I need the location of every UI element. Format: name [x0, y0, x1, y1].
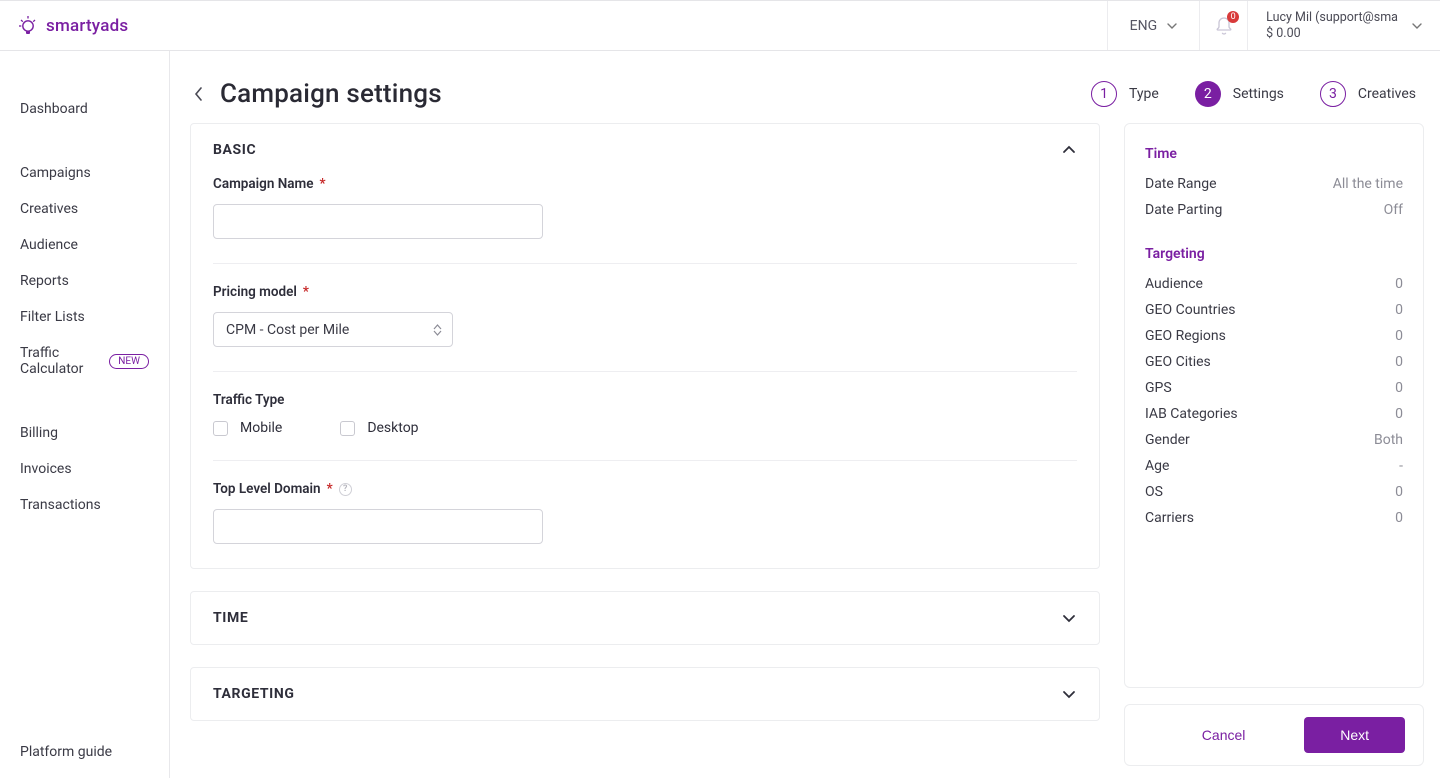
sidebar-item-creatives[interactable]: Creatives [0, 191, 169, 227]
label-campaign-name: Campaign Name * [213, 176, 1077, 192]
summary-row: OS0 [1145, 484, 1403, 500]
card-targeting: TARGETING [190, 667, 1100, 721]
sidebar-item-transactions[interactable]: Transactions [0, 487, 169, 523]
step-type[interactable]: 1 Type [1091, 81, 1159, 107]
sidebar-item-campaigns[interactable]: Campaigns [0, 155, 169, 191]
required-star-icon: * [320, 176, 326, 192]
sidebar-item-traffic-calculator[interactable]: Traffic Calculator NEW [0, 335, 169, 387]
pricing-model-select[interactable]: CPM - Cost per Mile [213, 312, 453, 347]
page-header: Campaign settings 1 Type 2 Settings 3 Cr… [170, 51, 1440, 117]
sidebar-item-billing[interactable]: Billing [0, 415, 169, 451]
step-number: 3 [1320, 81, 1346, 107]
card-header-basic[interactable]: BASIC [191, 124, 1099, 176]
required-star-icon: * [303, 284, 309, 300]
summary-row: Audience0 [1145, 276, 1403, 292]
chevron-up-icon [1061, 142, 1077, 158]
user-name: Lucy Mil (support@sma [1266, 10, 1398, 26]
chevron-down-icon [1167, 21, 1177, 31]
summary-card: Time Date Range All the time Date Partin… [1124, 123, 1424, 688]
main-area: Campaign settings 1 Type 2 Settings 3 Cr… [170, 51, 1440, 778]
summary-section-time: Time [1145, 146, 1403, 162]
chevron-down-icon [1061, 610, 1077, 626]
sidebar-item-reports[interactable]: Reports [0, 263, 169, 299]
form-column[interactable]: BASIC Campaign Name * Pricin [190, 123, 1106, 778]
top-level-domain-input[interactable] [213, 509, 543, 544]
summary-row: GEO Countries0 [1145, 302, 1403, 318]
checkbox-icon [340, 421, 355, 436]
brand-name: smartyads [46, 16, 128, 36]
user-menu[interactable]: Lucy Mil (support@sma $ 0.00 [1247, 1, 1440, 50]
back-button[interactable] [190, 85, 208, 103]
new-badge: NEW [109, 354, 149, 369]
top-bar: smartyads ENG 0 Lucy Mil (support@sma $ … [0, 0, 1440, 51]
summary-row: GPS0 [1145, 380, 1403, 396]
checkbox-desktop[interactable]: Desktop [340, 420, 418, 436]
chevron-down-icon [1061, 686, 1077, 702]
card-title: TARGETING [213, 686, 294, 702]
step-creatives[interactable]: 3 Creatives [1320, 81, 1416, 107]
step-label: Type [1129, 86, 1159, 102]
summary-row: Age- [1145, 458, 1403, 474]
required-star-icon: * [327, 481, 333, 497]
divider [213, 263, 1077, 264]
stepper: 1 Type 2 Settings 3 Creatives [1091, 81, 1416, 107]
divider [213, 460, 1077, 461]
card-header-targeting[interactable]: TARGETING [191, 668, 1099, 720]
card-title: TIME [213, 610, 248, 626]
card-title: BASIC [213, 142, 256, 158]
page-title: Campaign settings [220, 79, 442, 109]
action-bar: Cancel Next [1124, 704, 1424, 766]
summary-column: Time Date Range All the time Date Partin… [1124, 123, 1424, 778]
sidebar-item-audience[interactable]: Audience [0, 227, 169, 263]
language-label: ENG [1130, 18, 1157, 34]
campaign-name-input[interactable] [213, 204, 543, 239]
label-traffic-type: Traffic Type [213, 392, 1077, 408]
sidebar-item-platform-guide[interactable]: Platform guide [0, 726, 169, 778]
next-button[interactable]: Next [1304, 717, 1405, 753]
summary-row: Date Range All the time [1145, 176, 1403, 192]
card-time: TIME [190, 591, 1100, 645]
sidebar-item-invoices[interactable]: Invoices [0, 451, 169, 487]
summary-row: GEO Cities0 [1145, 354, 1403, 370]
summary-row: GEO Regions0 [1145, 328, 1403, 344]
summary-row: GenderBoth [1145, 432, 1403, 448]
summary-row: IAB Categories0 [1145, 406, 1403, 422]
lightbulb-icon [18, 15, 38, 37]
step-label: Settings [1233, 86, 1284, 102]
divider [213, 371, 1077, 372]
notifications-button[interactable]: 0 [1199, 1, 1247, 50]
checkbox-mobile[interactable]: Mobile [213, 420, 282, 436]
card-header-time[interactable]: TIME [191, 592, 1099, 644]
select-value: CPM - Cost per Mile [226, 322, 433, 338]
language-selector[interactable]: ENG [1107, 1, 1199, 50]
sidebar-item-filter-lists[interactable]: Filter Lists [0, 299, 169, 335]
label-top-level-domain: Top Level Domain * ? [213, 481, 1077, 497]
summary-row: Date Parting Off [1145, 202, 1403, 218]
step-number: 2 [1195, 81, 1221, 107]
notification-badge: 0 [1227, 11, 1239, 23]
label-pricing-model: Pricing model * [213, 284, 1077, 300]
checkbox-icon [213, 421, 228, 436]
step-settings[interactable]: 2 Settings [1195, 81, 1284, 107]
brand-logo[interactable]: smartyads [0, 15, 170, 37]
card-basic: BASIC Campaign Name * Pricin [190, 123, 1100, 569]
info-icon[interactable]: ? [339, 483, 352, 496]
select-arrows-icon [433, 324, 442, 336]
summary-section-targeting: Targeting [1145, 246, 1403, 262]
step-number: 1 [1091, 81, 1117, 107]
summary-row: Carriers0 [1145, 510, 1403, 526]
cancel-button[interactable]: Cancel [1143, 717, 1304, 753]
step-label: Creatives [1358, 86, 1416, 102]
sidebar-item-dashboard[interactable]: Dashboard [0, 91, 169, 127]
chevron-down-icon [1412, 21, 1422, 31]
user-balance: $ 0.00 [1266, 26, 1398, 42]
sidebar: Dashboard Campaigns Creatives Audience R… [0, 51, 170, 778]
